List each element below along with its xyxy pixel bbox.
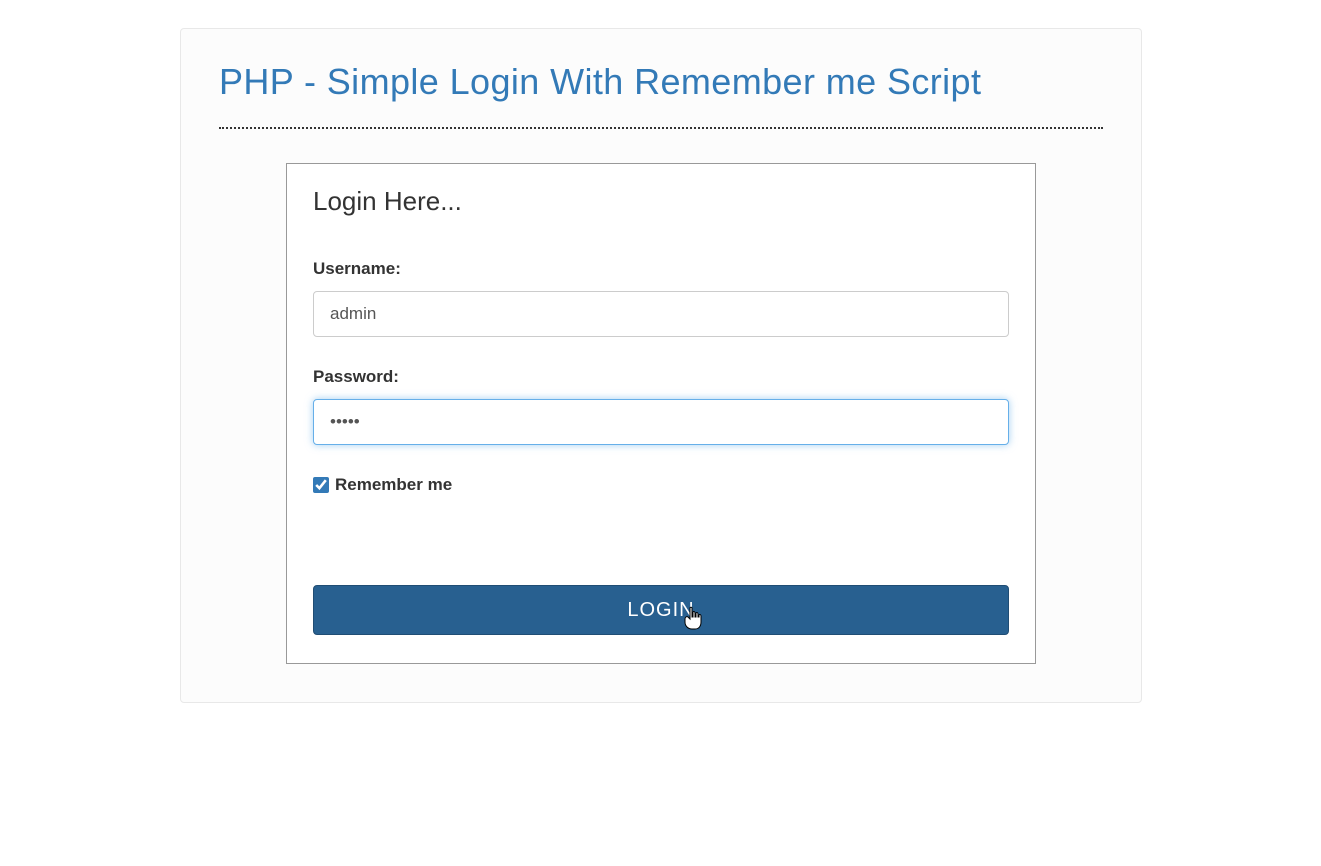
password-label: Password: [313, 367, 1009, 387]
remember-checkbox[interactable] [313, 477, 329, 493]
login-button-label: LOGIN [627, 599, 694, 621]
login-button[interactable]: LOGIN [313, 585, 1009, 635]
main-panel: PHP - Simple Login With Remember me Scri… [180, 28, 1142, 703]
login-box: Login Here... Username: Password: Rememb… [286, 163, 1036, 664]
divider [219, 127, 1103, 129]
remember-label: Remember me [335, 475, 452, 495]
username-label: Username: [313, 259, 1009, 279]
username-input[interactable] [313, 291, 1009, 337]
login-heading: Login Here... [313, 186, 1009, 217]
password-input[interactable] [313, 399, 1009, 445]
remember-row: Remember me [313, 475, 1009, 495]
page-title: PHP - Simple Login With Remember me Scri… [219, 61, 1103, 103]
